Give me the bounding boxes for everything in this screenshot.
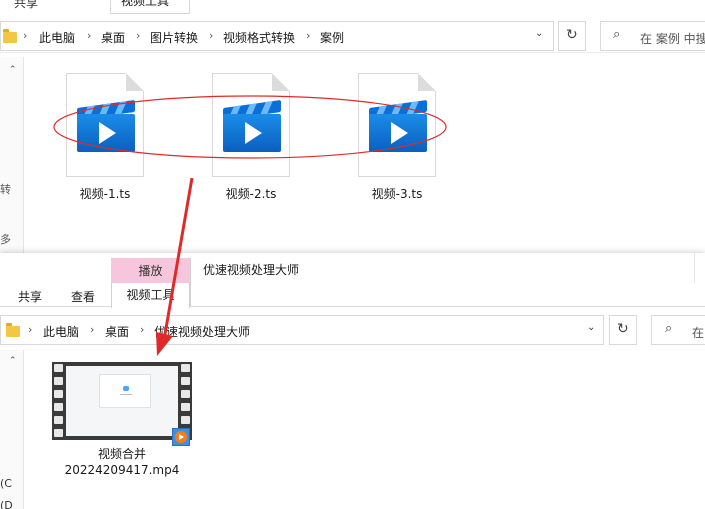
file-name: 视频-3.ts (371, 187, 423, 201)
file-name: 视频-1.ts (79, 187, 131, 201)
nav-drive-fragment: (D (0, 499, 13, 509)
search-icon: ⌕ (665, 321, 673, 336)
chevron-down-icon[interactable]: ⌄ (535, 28, 543, 39)
video-clapper-icon (369, 99, 427, 152)
nav-fragment: 多 (0, 233, 11, 246)
chevron-right-icon: › (90, 323, 95, 336)
chevron-right-icon: › (306, 29, 311, 42)
tab-video-tools[interactable]: 视频工具 (111, 283, 190, 308)
video-file-name: 视频合并 20224209417.mp4 (48, 446, 196, 478)
breadcrumb-current-folder[interactable]: 优速视频处理大师 (154, 323, 250, 340)
chevron-right-icon: › (23, 29, 28, 42)
title-bar: 播放 优速视频处理大师 (0, 253, 705, 306)
refresh-icon: ↻ (566, 27, 578, 43)
video-thumbnail-icon (52, 362, 192, 446)
context-group-play: 播放 (111, 258, 190, 284)
file-item[interactable]: 视频-2.ts (201, 73, 301, 202)
top-window-ribbon: 共享 视频工具 (0, 0, 705, 14)
nav-fragment: 转 (0, 183, 11, 196)
tab-share[interactable]: 共享 (18, 288, 42, 305)
address-row: › 此电脑 › 桌面 › 优速视频处理大师 ⌄ ↻ ⌕ 在 (0, 313, 705, 347)
ribbon-tabs: 共享 查看 视频工具 (0, 283, 705, 308)
tab-share[interactable]: 共享 (14, 0, 38, 11)
address-bar[interactable]: › 此电脑 › 桌面 › 图片转换 › 视频格式转换 › 案例 ⌄ (0, 21, 554, 51)
breadcrumb-desktop[interactable]: 桌面 (101, 29, 125, 46)
file-item[interactable]: 视频-1.ts (55, 73, 155, 202)
breadcrumb-video-format[interactable]: 视频格式转换 (223, 29, 295, 46)
tab-video-tools-label: 视频工具 (121, 0, 170, 8)
chevron-right-icon: › (140, 323, 145, 336)
file-item[interactable]: 视频-3.ts (347, 73, 447, 202)
merged-video-file[interactable]: 视频合并 20224209417.mp4 (48, 362, 196, 478)
tab-video-tools[interactable]: 视频工具 (110, 0, 190, 14)
search-placeholder: 在 (692, 326, 705, 340)
refresh-icon: ↻ (617, 321, 629, 337)
video-file-name-line2: 20224209417.mp4 (64, 463, 180, 477)
breadcrumb-this-pc[interactable]: 此电脑 (39, 29, 75, 46)
chevron-right-icon: › (87, 29, 92, 42)
refresh-button[interactable]: ↻ (558, 21, 586, 51)
video-file-name-line1: 视频合并 (97, 447, 146, 461)
search-box[interactable]: ⌕ 在 (651, 315, 705, 345)
search-box[interactable]: ⌕ 在 案例 中搜 (600, 21, 705, 51)
chevron-right-icon: › (209, 29, 214, 42)
chevron-down-icon[interactable]: ⌄ (587, 322, 595, 333)
chevron-right-icon: › (136, 29, 141, 42)
file-name: 视频-2.ts (225, 187, 277, 201)
breadcrumb-this-pc[interactable]: 此电脑 (43, 323, 79, 340)
media-player-badge-icon (172, 428, 190, 446)
bottom-explorer-window: 播放 优速视频处理大师 共享 查看 视频工具 › 此电脑 › 桌面 › 优速视频… (0, 253, 705, 509)
search-icon: ⌕ (613, 27, 621, 42)
divider (694, 253, 695, 283)
breadcrumb-image-convert[interactable]: 图片转换 (150, 29, 198, 46)
video-file-icon (358, 73, 436, 177)
scroll-up-arrow-icon[interactable]: ⌃ (9, 356, 17, 366)
bottom-nav-pane-edge[interactable]: ⌃ (C (D (0, 350, 24, 509)
chevron-right-icon: › (28, 323, 33, 336)
folder-icon (3, 29, 17, 43)
top-window-address-row: › 此电脑 › 桌面 › 图片转换 › 视频格式转换 › 案例 ⌄ ↻ ⌕ 在 … (0, 21, 705, 53)
video-file-icon (66, 73, 144, 177)
search-placeholder: 在 案例 中搜 (640, 32, 705, 46)
video-frame-preview (66, 366, 178, 436)
refresh-button[interactable]: ↻ (609, 315, 637, 345)
window-title: 优速视频处理大师 (203, 263, 300, 277)
breadcrumb-desktop[interactable]: 桌面 (105, 323, 129, 340)
folder-icon (6, 323, 20, 337)
address-bar[interactable]: › 此电脑 › 桌面 › 优速视频处理大师 ⌄ (0, 315, 604, 345)
breadcrumb-cases[interactable]: 案例 (320, 29, 344, 46)
video-clapper-icon (223, 99, 281, 152)
scroll-up-arrow-icon[interactable]: ⌃ (9, 65, 17, 75)
video-file-icon (212, 73, 290, 177)
video-clapper-icon (77, 99, 135, 152)
top-nav-pane-edge[interactable]: ⌃ 转 多 (0, 57, 24, 253)
tab-view[interactable]: 查看 (71, 288, 95, 305)
nav-drive-fragment: (C (0, 477, 12, 490)
